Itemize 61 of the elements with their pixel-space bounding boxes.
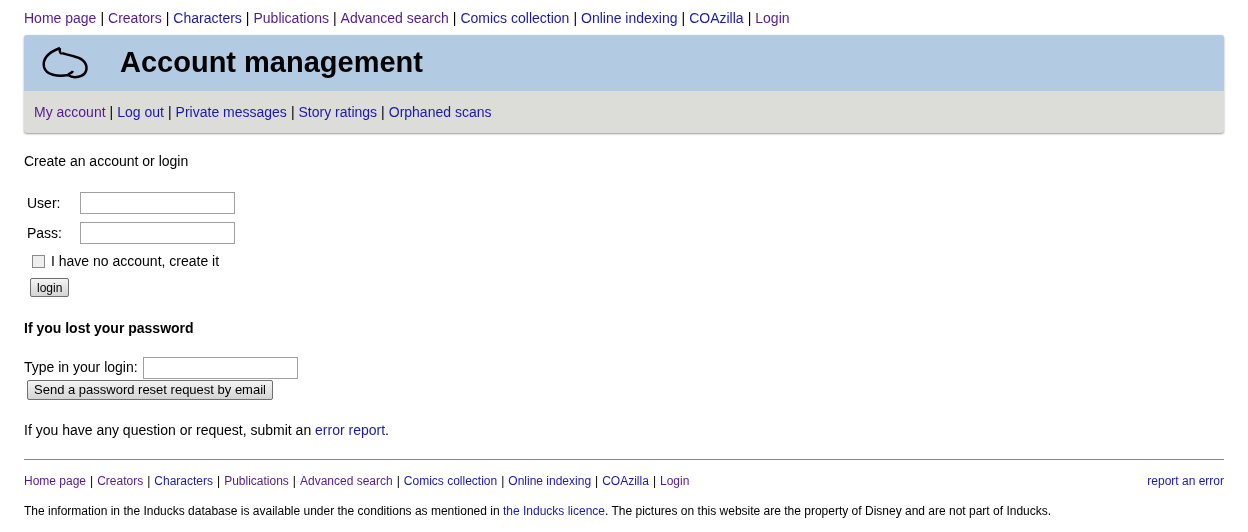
intro-text: Create an account or login bbox=[24, 152, 190, 171]
licence-link[interactable]: the Inducks licence bbox=[503, 504, 606, 518]
login-button[interactable]: login bbox=[30, 278, 70, 297]
separator: | bbox=[290, 102, 295, 122]
login-field[interactable] bbox=[142, 356, 298, 379]
separator: | bbox=[501, 473, 505, 490]
page-title: Account management bbox=[120, 45, 423, 81]
nav-link[interactable]: Creators bbox=[97, 472, 144, 490]
reset-button[interactable]: Send a password reset request by email bbox=[27, 379, 273, 400]
checkbox-label: I have no account, create it bbox=[51, 252, 220, 271]
separator: | bbox=[396, 473, 400, 490]
nav-link[interactable]: Log out bbox=[117, 101, 164, 123]
nav-link[interactable]: Online indexing bbox=[581, 8, 678, 29]
nav-link[interactable]: Publications bbox=[224, 472, 289, 490]
nav-link[interactable]: COAzilla bbox=[689, 8, 744, 29]
separator: | bbox=[573, 9, 577, 28]
report-error-link[interactable]: report an error bbox=[1147, 472, 1224, 490]
text-field[interactable] bbox=[80, 222, 235, 244]
nav-link[interactable]: Advanced search bbox=[340, 8, 449, 29]
separator: | bbox=[381, 102, 385, 122]
separator: | bbox=[681, 9, 686, 28]
separator: | bbox=[292, 473, 296, 490]
nav-link[interactable]: Orphaned scans bbox=[388, 101, 492, 123]
separator: | bbox=[245, 9, 250, 28]
separator: | bbox=[652, 473, 656, 490]
nav-link[interactable]: Private messages bbox=[175, 101, 287, 123]
text-field[interactable] bbox=[80, 192, 235, 214]
separator: | bbox=[217, 473, 221, 490]
field-label: User: bbox=[27, 193, 62, 213]
section-heading: If you lost your password bbox=[24, 318, 195, 338]
nav-link[interactable]: Story ratings bbox=[298, 101, 378, 123]
separator: | bbox=[452, 9, 457, 28]
nav-link[interactable]: COAzilla bbox=[602, 472, 649, 490]
nav-link[interactable]: Home page bbox=[24, 8, 97, 29]
separator: | bbox=[747, 9, 752, 28]
nav-link[interactable]: Advanced search bbox=[299, 472, 393, 490]
nav-link[interactable]: Creators bbox=[108, 8, 162, 29]
checkbox[interactable] bbox=[32, 255, 45, 268]
nav-link[interactable]: Login bbox=[755, 8, 790, 29]
separator: | bbox=[100, 9, 105, 28]
separator: | bbox=[90, 473, 94, 490]
nav-link[interactable]: My account bbox=[34, 101, 106, 123]
nav-link[interactable]: Online indexing bbox=[508, 472, 592, 490]
separator: | bbox=[165, 9, 170, 28]
nav-link[interactable]: Characters bbox=[173, 8, 242, 29]
field-label: Pass: bbox=[27, 223, 63, 243]
nav-link[interactable]: Home page bbox=[24, 472, 87, 490]
separator: | bbox=[332, 9, 337, 28]
nav-link[interactable]: Login bbox=[660, 472, 690, 490]
separator: | bbox=[167, 102, 172, 122]
question-text: If you have any question or request, submit an error report. bbox=[24, 421, 390, 440]
nav-link[interactable]: Publications bbox=[253, 8, 329, 29]
field-label: Type in your login: bbox=[24, 358, 138, 377]
nav-link[interactable]: Comics collection bbox=[403, 472, 498, 490]
separator: | bbox=[595, 473, 599, 490]
logo-icon bbox=[40, 45, 90, 81]
separator: | bbox=[109, 102, 114, 122]
licence-notice: The information in the Inducks database is available under the conditions as mentioned in the Inducks licence. The pictures on this website are the property of Disney and are not part of Inducks. bbox=[24, 503, 1053, 520]
nav-link[interactable]: Comics collection bbox=[460, 8, 570, 29]
separator: | bbox=[147, 473, 151, 490]
nav-link[interactable]: Characters bbox=[154, 472, 213, 490]
